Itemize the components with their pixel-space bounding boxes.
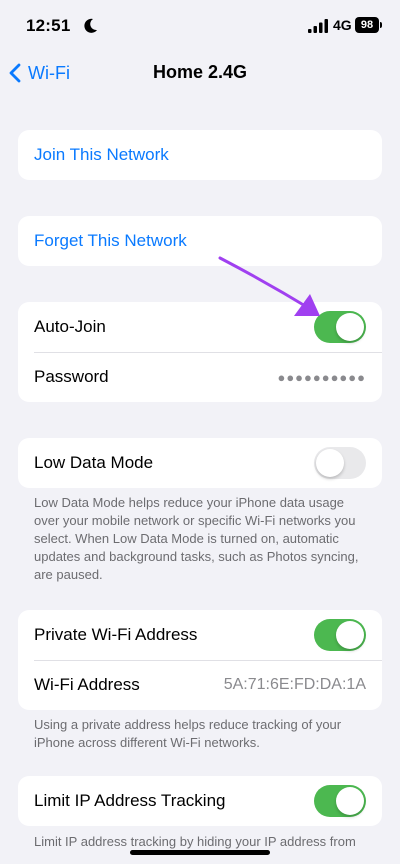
home-indicator[interactable] bbox=[130, 850, 270, 855]
private-address-footnote: Using a private address helps reduce tra… bbox=[34, 717, 342, 750]
password-row[interactable]: Password ●●●●●●●●●● bbox=[18, 352, 382, 402]
auto-join-label: Auto-Join bbox=[34, 317, 106, 336]
battery-indicator: 98 bbox=[355, 17, 379, 33]
ip-tracking-row: Limit IP Address Tracking bbox=[18, 776, 382, 826]
ip-tracking-toggle[interactable] bbox=[314, 785, 366, 817]
low-data-toggle[interactable] bbox=[314, 447, 366, 479]
ip-tracking-group: Limit IP Address Tracking bbox=[18, 776, 382, 826]
toggle-knob bbox=[336, 787, 364, 815]
low-data-footnote: Low Data Mode helps reduce your iPhone d… bbox=[34, 495, 359, 582]
password-value: ●●●●●●●●●● bbox=[277, 369, 366, 385]
nav-bar: Wi-Fi Home 2.4G bbox=[0, 54, 400, 92]
wifi-address-label: Wi-Fi Address bbox=[34, 675, 140, 694]
status-bar: 12:51 4G 98 bbox=[0, 0, 400, 54]
forget-network-button[interactable]: Forget This Network bbox=[18, 216, 382, 266]
toggle-knob bbox=[336, 313, 364, 341]
toggle-knob bbox=[336, 621, 364, 649]
join-group: Join This Network bbox=[18, 130, 382, 180]
signal-icon bbox=[308, 19, 328, 33]
auto-join-toggle[interactable] bbox=[314, 311, 366, 343]
page-title: Home 2.4G bbox=[152, 62, 248, 82]
wifi-address-row: Wi-Fi Address 5A:71:6E:FD:DA:1A bbox=[18, 660, 382, 710]
low-data-label: Low Data Mode bbox=[34, 453, 154, 472]
forget-group: Forget This Network bbox=[18, 216, 382, 266]
status-time: 12:51 bbox=[26, 16, 71, 35]
low-data-row: Low Data Mode bbox=[18, 438, 382, 488]
ip-tracking-label: Limit IP Address Tracking bbox=[34, 791, 226, 810]
private-address-toggle[interactable] bbox=[314, 619, 366, 651]
password-label: Password bbox=[34, 367, 109, 386]
wifi-address-value: 5A:71:6E:FD:DA:1A bbox=[223, 676, 366, 693]
join-network-button[interactable]: Join This Network bbox=[18, 130, 382, 180]
battery-tip bbox=[380, 22, 382, 28]
auto-join-row: Auto-Join bbox=[18, 302, 382, 352]
toggle-knob bbox=[316, 449, 344, 477]
auto-join-group: Auto-Join Password ●●●●●●●●●● bbox=[18, 302, 382, 402]
private-address-group: Private Wi-Fi Address Wi-Fi Address 5A:7… bbox=[18, 610, 382, 710]
private-address-row: Private Wi-Fi Address bbox=[18, 610, 382, 660]
private-address-label: Private Wi-Fi Address bbox=[34, 625, 198, 644]
moon-icon bbox=[84, 18, 97, 33]
network-type: 4G bbox=[333, 17, 352, 33]
low-data-group: Low Data Mode bbox=[18, 438, 382, 488]
